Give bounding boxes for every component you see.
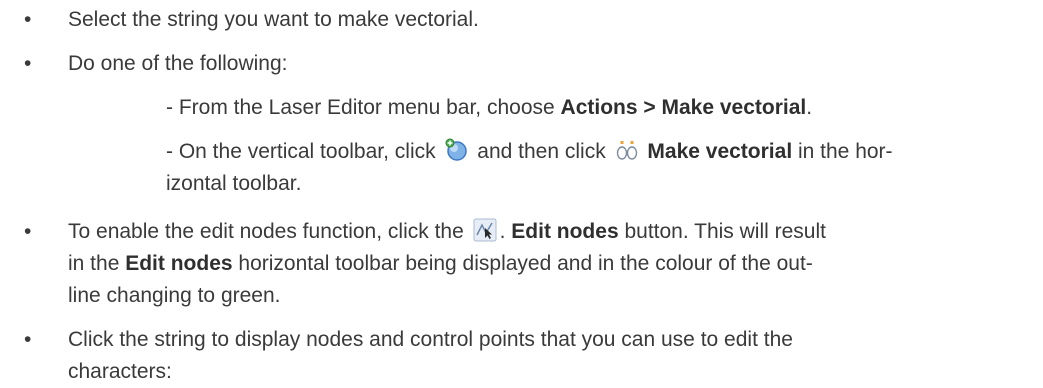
sub-list-item: - On the vertical toolbar, click and the…	[166, 136, 983, 200]
bullet-marker: •	[24, 328, 32, 351]
sub-item-text-mid: and then click	[477, 140, 606, 163]
edit-nodes-icon	[473, 218, 497, 242]
make-vectorial-icon	[615, 138, 639, 162]
bullet-marker: •	[24, 220, 32, 243]
text-line: line changing to green.	[68, 284, 281, 307]
text-line: characters:	[68, 360, 172, 383]
text-span: horizontal toolbar being displayed and i…	[232, 252, 813, 275]
text-span: in the	[68, 252, 126, 275]
sub-item-text-end: .	[806, 96, 813, 119]
sub-item-text: - On the vertical toolbar, click	[166, 140, 436, 163]
text-span: To enable the edit nodes function, click…	[68, 220, 464, 243]
list-item-text: To enable the edit nodes function, click…	[68, 216, 993, 312]
sub-item-text: - From the Laser Editor menu bar, choose	[166, 96, 561, 119]
sub-item-text-end: in the hor-	[792, 140, 893, 163]
edit-nodes-label: Edit nodes	[511, 220, 619, 243]
text-tool-icon	[444, 138, 468, 162]
bullet-marker: •	[24, 52, 32, 75]
menu-path: Actions > Make vectorial	[560, 96, 807, 119]
bullet-marker: •	[24, 8, 32, 31]
sub-list-item: - From the Laser Editor menu bar, choose…	[166, 92, 983, 124]
list-item-text: Do one of the following:	[68, 52, 288, 75]
make-vectorial-label: Make vectorial	[647, 140, 793, 163]
sub-item-text-line2: izontal toolbar.	[166, 172, 302, 195]
text-span: button. This will result	[618, 220, 826, 243]
list-item-text: Select the string you want to make vecto…	[68, 8, 479, 31]
edit-nodes-label: Edit nodes	[125, 252, 233, 275]
text-line: Click the string to display nodes and co…	[68, 328, 793, 351]
text-span: .	[499, 220, 512, 243]
list-item-text: Click the string to display nodes and co…	[68, 324, 993, 388]
